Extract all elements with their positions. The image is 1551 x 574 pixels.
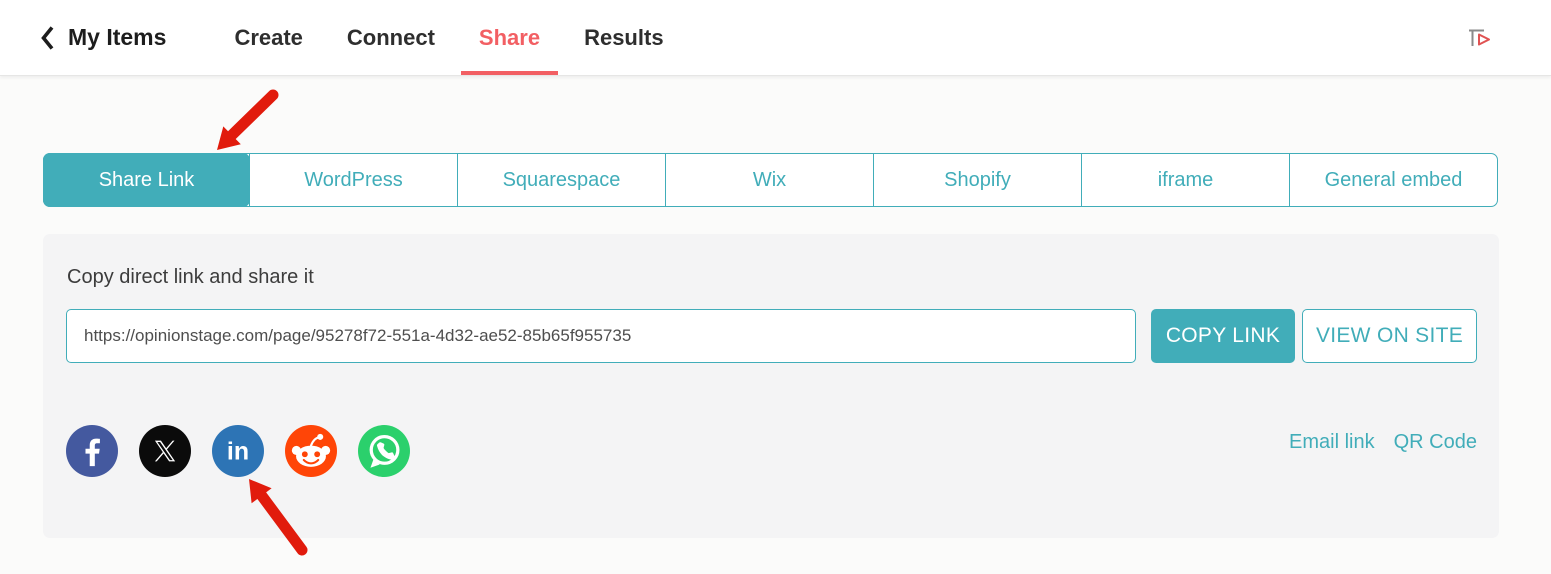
social-share-row: in Email [66, 425, 1477, 477]
quick-links: Email link QR Code [1289, 431, 1477, 454]
whatsapp-share-button[interactable] [358, 425, 410, 477]
nav-item-share[interactable]: Share [479, 25, 540, 51]
link-row: COPY LINK VIEW ON SITE [66, 309, 1477, 363]
top-nav: My Items Create Connect Share Results [0, 0, 1551, 76]
tab-share-link[interactable]: Share Link [43, 153, 250, 207]
back-label: My Items [68, 24, 166, 51]
svg-text:in: in [227, 438, 249, 466]
facebook-share-button[interactable] [66, 425, 118, 477]
view-on-site-button[interactable]: VIEW ON SITE [1302, 309, 1477, 363]
tab-wordpress[interactable]: WordPress [249, 154, 457, 206]
share-method-tabs: Share Link WordPress Squarespace Wix Sho… [43, 153, 1498, 207]
share-url-input[interactable] [66, 309, 1136, 363]
copy-link-button[interactable]: COPY LINK [1151, 309, 1295, 363]
linkedin-icon: in [212, 425, 264, 477]
x-twitter-icon [139, 425, 191, 477]
qr-code-link[interactable]: QR Code [1394, 431, 1477, 454]
tab-shopify[interactable]: Shopify [873, 154, 1081, 206]
x-twitter-share-button[interactable] [139, 425, 191, 477]
tab-iframe[interactable]: iframe [1081, 154, 1289, 206]
linkedin-share-button[interactable]: in [212, 425, 264, 477]
email-link[interactable]: Email link [1289, 431, 1375, 454]
nav-item-results[interactable]: Results [584, 25, 663, 51]
share-link-panel: Copy direct link and share it COPY LINK … [43, 234, 1499, 538]
reddit-icon [285, 425, 337, 477]
tab-squarespace[interactable]: Squarespace [457, 154, 665, 206]
facebook-icon [66, 425, 118, 477]
back-my-items[interactable]: My Items [40, 24, 166, 51]
whatsapp-icon [358, 425, 410, 477]
tab-general-embed[interactable]: General embed [1289, 154, 1497, 206]
reddit-share-button[interactable] [285, 425, 337, 477]
nav-item-create[interactable]: Create [234, 25, 302, 51]
nav-item-connect[interactable]: Connect [347, 25, 435, 51]
app-logo-icon [1465, 24, 1493, 52]
tab-wix[interactable]: Wix [665, 154, 873, 206]
panel-title: Copy direct link and share it [67, 266, 1477, 289]
chevron-left-icon [40, 25, 55, 51]
annotation-arrow-share-link-tab [217, 95, 273, 150]
